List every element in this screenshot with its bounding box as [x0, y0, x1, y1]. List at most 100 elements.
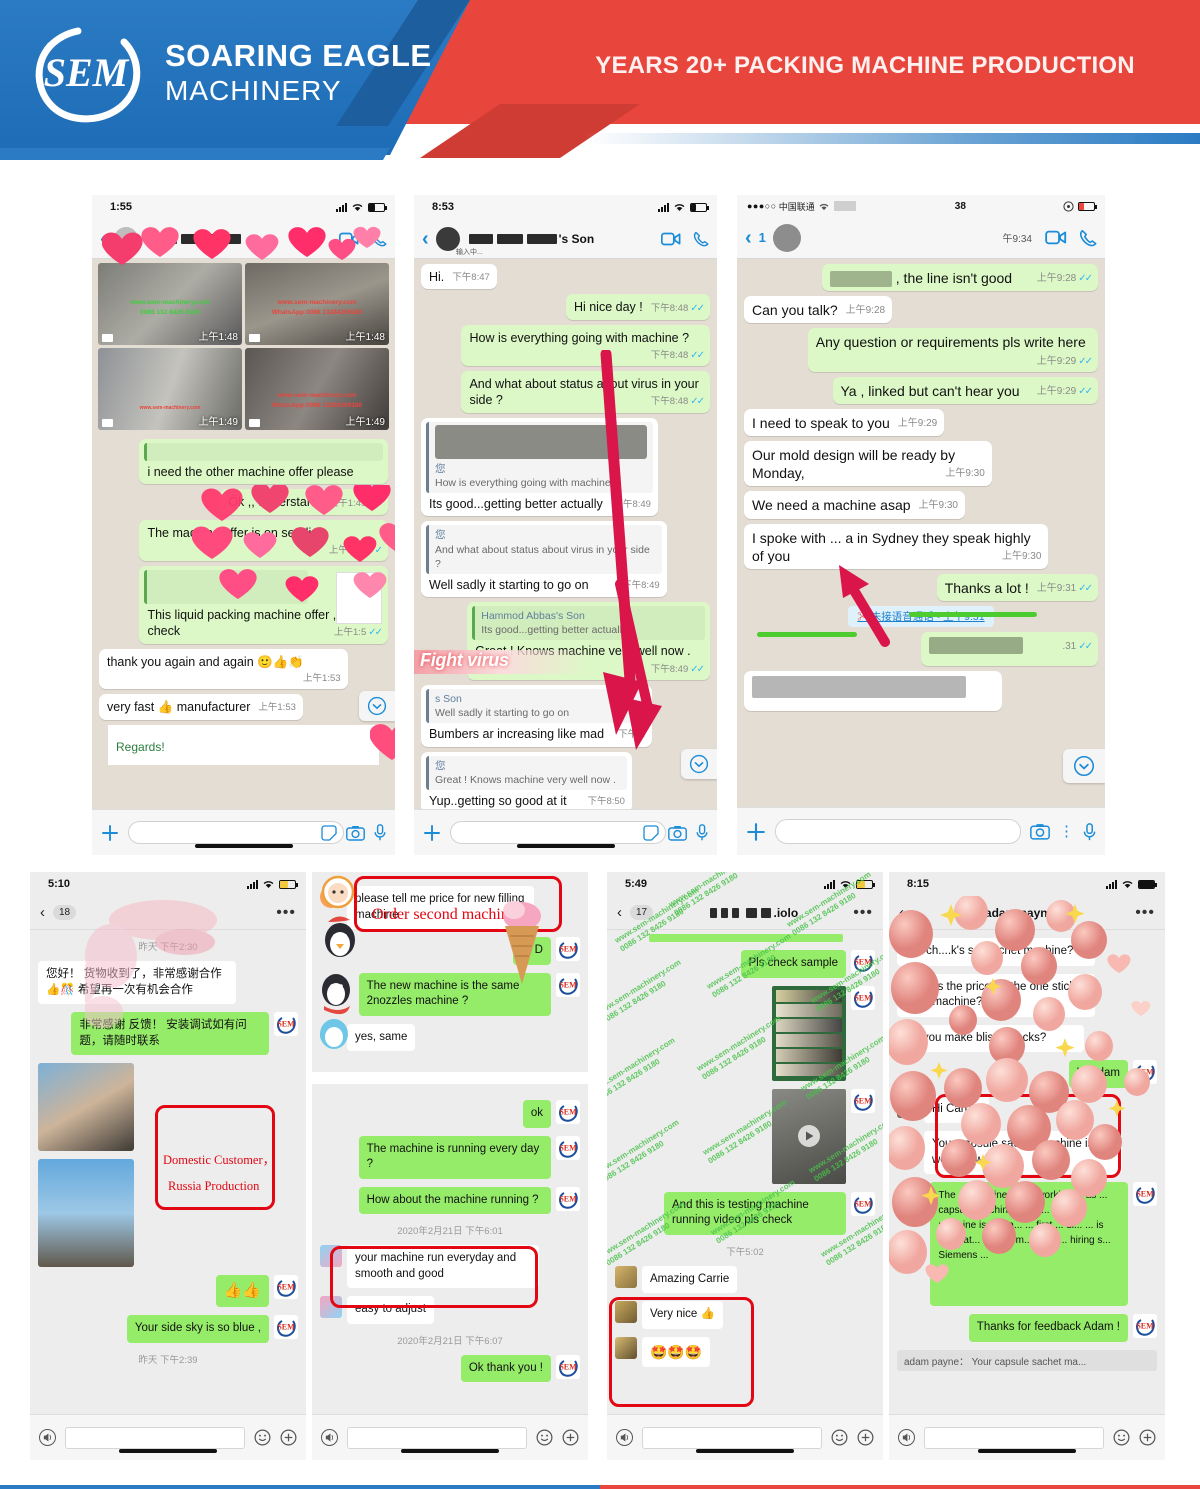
chat-body-4[interactable]: 昨天 下午2:30 您好！ 货物收到了，非常感谢合作👍🎊 希望再一次有机会合作 …: [30, 930, 306, 1426]
avatar[interactable]: [897, 1131, 919, 1154]
add-attachment-icon[interactable]: [562, 1429, 579, 1446]
photo-message[interactable]: [772, 985, 846, 1081]
video-call-icon[interactable]: [339, 232, 359, 246]
chat-bubble[interactable]: Thanks for feedback Adam !: [968, 1314, 1128, 1342]
message-row[interactable]: What is the price for the one stick pack…: [897, 973, 1157, 1017]
message-input[interactable]: [347, 1426, 527, 1449]
message-row[interactable]: Pls check sample SEM: [615, 950, 875, 978]
emoji-icon[interactable]: [831, 1429, 848, 1446]
chat-bubble[interactable]: 👍👍: [215, 1275, 269, 1308]
message-row[interactable]: SEM: [615, 1088, 875, 1184]
message-input-bar-3[interactable]: ⋮: [737, 807, 1105, 855]
chat-bubble[interactable]: 您 And what about status about virus in y…: [421, 521, 667, 598]
scroll-to-bottom-button[interactable]: [1063, 749, 1105, 783]
chat-bubble[interactable]: 您好！ 货物收到了，非常感谢合作👍🎊 希望再一次有机会合作: [38, 961, 236, 1005]
chat-bubble[interactable]: What is the price for the one stick pack…: [897, 973, 1095, 1017]
scroll-to-bottom-button[interactable]: [681, 749, 717, 779]
message-row[interactable]: Hi. 下午8:47: [421, 264, 710, 290]
add-attachment-icon[interactable]: [280, 1429, 297, 1446]
message-row[interactable]: [38, 1159, 298, 1268]
chat-bubble[interactable]: The new machine is the same 2nozzles mac…: [358, 972, 551, 1016]
message-row[interactable]: 您 How is everything going with machine ?…: [421, 417, 710, 517]
phone-call-icon[interactable]: [371, 231, 387, 247]
message-row[interactable]: Very nice 👍: [615, 1301, 875, 1329]
message-input-bar-7[interactable]: [889, 1414, 1165, 1460]
scroll-to-bottom-button[interactable]: [359, 691, 395, 721]
avatar[interactable]: [320, 1245, 342, 1268]
message-input-bar-1[interactable]: [92, 809, 395, 855]
message-row[interactable]: easy to adjust: [320, 1296, 580, 1324]
camera-icon[interactable]: [1030, 823, 1050, 840]
back-button[interactable]: ‹: [422, 229, 429, 249]
add-attachment-icon[interactable]: [857, 1429, 874, 1446]
chat-bubble[interactable]: This liquid packing machine offer , pls …: [139, 566, 388, 644]
message-input-bar-6[interactable]: [607, 1414, 883, 1460]
message-row[interactable]: 您 And what about status about virus in y…: [421, 521, 710, 598]
avatar[interactable]: [615, 1265, 637, 1288]
message-row[interactable]: And what about status about virus in you…: [421, 371, 710, 413]
microphone-icon[interactable]: [374, 824, 386, 841]
chat-bubble[interactable]: s Son Well sadly it starting to go on Bu…: [421, 685, 653, 747]
message-row[interactable]: Our mold design will be ready by Monday,…: [744, 441, 1098, 487]
avatar[interactable]: [320, 1023, 342, 1046]
chat-bubble[interactable]: 您 How is everything going with machine ?…: [421, 417, 658, 517]
chat-bubble[interactable]: , the line isn't good 上午9:28 ✓✓: [821, 264, 1098, 292]
message-input-bar-2[interactable]: [414, 809, 717, 855]
chat-bubble[interactable]: H... ch....k's s... sachet machine?: [897, 938, 1095, 966]
avatar[interactable]: [615, 1336, 637, 1359]
chat-bubble[interactable]: very fast 👍 manufacturer 上午1:53: [99, 694, 303, 720]
voice-input-icon[interactable]: [321, 1429, 338, 1446]
message-row[interactable]: And this is testing machine running vide…: [615, 1191, 875, 1235]
chat-body-3[interactable]: , the line isn't good 上午9:28 ✓✓ Can you t…: [737, 259, 1105, 809]
microphone-icon[interactable]: [1083, 822, 1096, 841]
attach-plus-icon[interactable]: [423, 824, 441, 842]
chat-bubble[interactable]: How about the machine running ?: [358, 1186, 551, 1215]
message-row[interactable]: ok SEM: [320, 1100, 580, 1128]
chat-bubble[interactable]: Can you talk? 上午9:28: [744, 296, 893, 324]
message-input-bar-4[interactable]: [30, 1414, 306, 1460]
message-row[interactable]: 您好！ 货物收到了，非常感谢合作👍🎊 希望再一次有机会合作: [38, 961, 298, 1005]
chat-bubble[interactable]: Thanks a lot ! 上午9:31 ✓✓: [936, 573, 1098, 602]
media-tile[interactable]: www.sem-machinery.com WhatsApp:0086 1328…: [245, 263, 389, 345]
attach-plus-icon[interactable]: [101, 824, 119, 842]
chat-bubble[interactable]: We need a machine asap 上午9:30: [744, 491, 965, 519]
message-row[interactable]: Thanks a lot ! 上午9:31 ✓✓: [744, 573, 1098, 602]
media-message-grid[interactable]: www.sem-machinery.com 0086 132 8426 9180…: [92, 259, 395, 434]
message-row[interactable]: yes, same: [320, 1023, 580, 1052]
voice-input-icon[interactable]: [616, 1429, 633, 1446]
chat-bubble[interactable]: Hi D: [512, 937, 551, 965]
back-button[interactable]: ‹: [745, 228, 752, 248]
back-button[interactable]: ‹: [617, 905, 622, 920]
message-input[interactable]: [65, 1426, 245, 1449]
document-thumbnail[interactable]: [336, 572, 382, 625]
message-row[interactable]: [744, 671, 1098, 712]
message-row[interactable]: The ... machine is still working ... as …: [897, 1182, 1157, 1307]
phone-call-icon[interactable]: [1079, 229, 1097, 247]
message-row[interactable]: [38, 1063, 298, 1152]
message-row[interactable]: Hi Carrie!: [897, 1095, 1157, 1124]
avatar[interactable]: [113, 226, 138, 251]
message-input[interactable]: [450, 821, 666, 844]
media-tile[interactable]: www.sem-machinery.com 0086 132 8426 9180…: [98, 263, 242, 345]
chat-bubble[interactable]: 非常感谢 反馈！ 安装调试如有问题，请随时联系: [71, 1012, 269, 1056]
chat-body-5a[interactable]: please tell me price for new filling mac…: [312, 872, 588, 1072]
chat-bubble[interactable]: Ya , linked but can't hear you 上午9:29 ✓✓: [832, 376, 1098, 404]
message-row[interactable]: thank you again and again 🙂👍👏 上午1:53: [99, 648, 388, 690]
media-tile[interactable]: www.sem-machinery.com WhatsApp:0086 1328…: [245, 348, 389, 430]
message-row[interactable]: Ok ,, understand 上午1:49 ✓✓: [99, 489, 388, 515]
chat-bubble[interactable]: And this is testing machine running vide…: [664, 1191, 846, 1235]
message-input-bar-5[interactable]: [312, 1414, 588, 1460]
message-row[interactable]: Amazing Carrie: [615, 1265, 875, 1294]
message-row[interactable]: 您 Great ! Knows machine very well now . …: [421, 751, 710, 809]
message-row[interactable]: How is everything going with machine ? 下…: [421, 324, 710, 367]
back-button[interactable]: ‹: [40, 905, 45, 920]
chat-bubble[interactable]: Your capsule sachet machine is still wor…: [924, 1131, 1122, 1175]
message-row[interactable]: Hi D SEM: [320, 937, 580, 965]
message-input[interactable]: [642, 1426, 822, 1449]
chat-bubble[interactable]: i need the other machine offer please: [139, 439, 388, 485]
chat-bubble[interactable]: Very nice 👍: [642, 1301, 723, 1329]
message-row[interactable]: very fast 👍 manufacturer 上午1:53: [99, 694, 388, 720]
video-call-icon[interactable]: [661, 232, 681, 246]
chat-body-5b[interactable]: ok SEM The machine is running every day …: [312, 1084, 588, 1414]
avatar[interactable]: [320, 1296, 342, 1319]
